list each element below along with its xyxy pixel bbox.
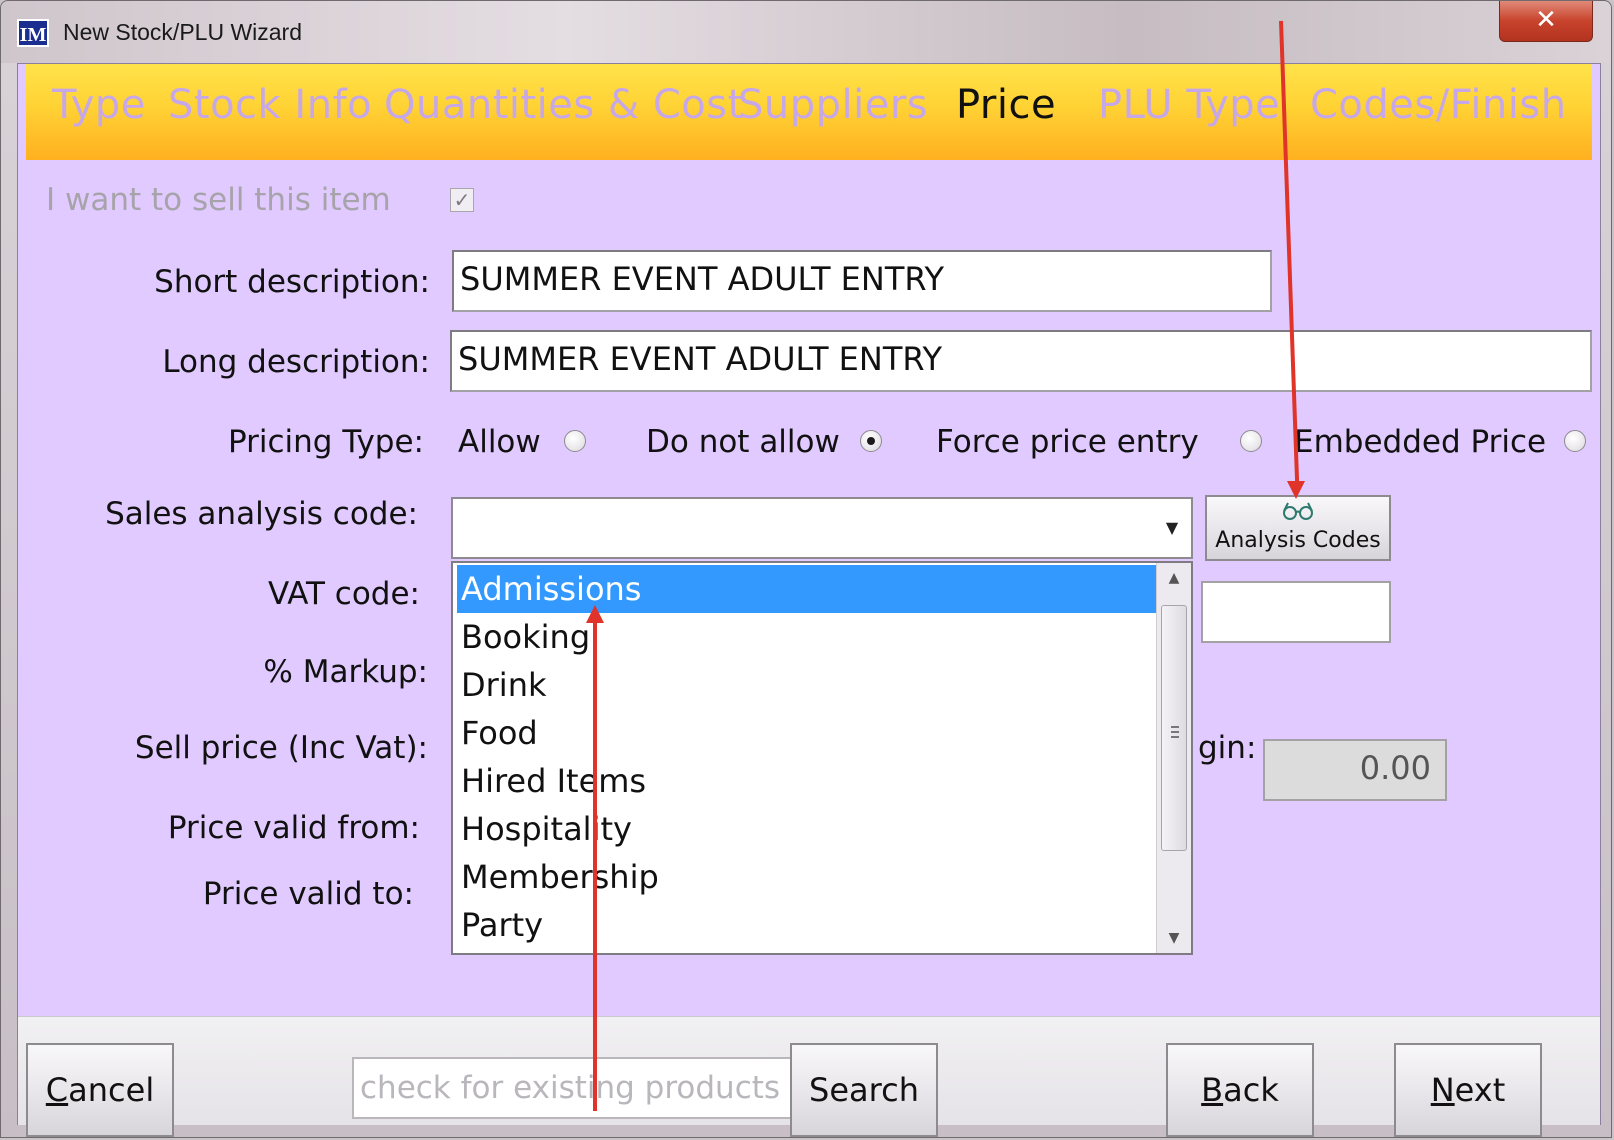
analysis-codes-button[interactable]: Analysis Codes	[1205, 495, 1391, 561]
sell-item-checkbox[interactable]: ✓	[450, 188, 474, 212]
step-quantities-cost: Quantities & Cost	[384, 82, 744, 128]
long-description-label: Long description:	[162, 344, 430, 380]
dropdown-option-hospitality[interactable]: Hospitality	[457, 805, 1157, 853]
pricing-type-label: Pricing Type:	[228, 424, 424, 460]
vat-rate-field[interactable]	[1201, 581, 1391, 643]
annotation-arrowhead-admissions	[586, 605, 604, 623]
short-description-label: Short description:	[154, 264, 430, 300]
cancel-label-rest: ancel	[68, 1071, 155, 1109]
markup-label: % Markup:	[263, 654, 428, 690]
wizard-footer: Cancel Search Back Next	[18, 1016, 1600, 1137]
glasses-icon	[1207, 499, 1389, 526]
price-valid-to-label: Price valid to:	[202, 876, 414, 912]
cancel-button[interactable]: Cancel	[26, 1043, 174, 1137]
analysis-codes-label: Analysis Codes	[1215, 528, 1381, 553]
pricing-embedded-label: Embedded Price	[1294, 424, 1547, 460]
sales-analysis-dropdown-list[interactable]: Admissions Booking Drink Food Hired Item…	[451, 561, 1193, 955]
short-description-input[interactable]: SUMMER EVENT ADULT ENTRY	[452, 250, 1272, 312]
dropdown-option-drink[interactable]: Drink	[457, 661, 1157, 709]
step-price: Price	[956, 82, 1057, 128]
vat-code-label: VAT code:	[267, 576, 420, 612]
dropdown-option-membership[interactable]: Membership	[457, 853, 1157, 901]
sales-analysis-combo[interactable]: ▼	[451, 497, 1193, 559]
next-label-rest: ext	[1454, 1071, 1506, 1109]
dropdown-option-booking[interactable]: Booking	[457, 613, 1157, 661]
step-type: Type	[52, 82, 146, 128]
back-button[interactable]: Back	[1166, 1043, 1314, 1137]
margin-label: gin:	[1198, 730, 1257, 766]
close-button[interactable]: ✕	[1499, 1, 1593, 42]
sell-price-label: Sell price (Inc Vat):	[134, 730, 428, 766]
wizard-window: IM New Stock/PLU Wizard ✕ Type Stock Inf…	[0, 0, 1612, 1138]
cancel-mnemonic: C	[45, 1071, 69, 1109]
dropdown-scrollbar[interactable]: ▲ ▼	[1156, 563, 1191, 953]
pricing-allow-radio[interactable]	[564, 430, 586, 452]
annotation-arrow-to-admissions	[593, 621, 597, 1111]
scroll-down-icon[interactable]: ▼	[1157, 923, 1191, 953]
window-title: New Stock/PLU Wizard	[63, 19, 303, 45]
dropdown-option-hired-items[interactable]: Hired Items	[457, 757, 1157, 805]
sales-analysis-label: Sales analysis code:	[105, 496, 418, 532]
chevron-down-icon[interactable]: ▼	[1157, 507, 1187, 549]
annotation-arrowhead-analysis	[1287, 481, 1305, 499]
pricing-do-not-allow-label: Do not allow	[646, 424, 840, 460]
dropdown-option-food[interactable]: Food	[457, 709, 1157, 757]
next-button[interactable]: Next	[1394, 1043, 1542, 1137]
pricing-embedded-radio[interactable]	[1564, 430, 1586, 452]
search-existing-input[interactable]	[352, 1057, 808, 1119]
pricing-allow-label: Allow	[458, 424, 541, 460]
dropdown-option-party[interactable]: Party	[457, 901, 1157, 949]
wizard-steps-bar: Type Stock Info Quantities & Cost Suppli…	[26, 64, 1592, 160]
title-bar[interactable]: IM New Stock/PLU Wizard ✕	[1, 1, 1611, 63]
price-valid-from-label: Price valid from:	[167, 810, 420, 846]
grip-icon	[1171, 726, 1179, 728]
search-button[interactable]: Search	[790, 1043, 938, 1137]
step-suppliers: Suppliers	[738, 82, 929, 128]
dropdown-option-admissions[interactable]: Admissions	[457, 565, 1157, 613]
back-label-rest: ack	[1223, 1071, 1279, 1109]
scrollbar-thumb[interactable]	[1161, 605, 1187, 851]
sell-item-label: I want to sell this item	[46, 182, 391, 218]
scroll-up-icon[interactable]: ▲	[1157, 563, 1191, 593]
app-icon: IM	[17, 19, 49, 47]
pricing-force-entry-label: Force price entry	[936, 424, 1199, 460]
pricing-do-not-allow-radio[interactable]	[860, 430, 882, 452]
back-mnemonic: B	[1201, 1071, 1224, 1109]
step-plu-type: PLU Type	[1098, 82, 1281, 128]
step-stock-info: Stock Info	[168, 82, 373, 128]
margin-field: 0.00	[1263, 739, 1447, 801]
step-codes-finish: Codes/Finish	[1310, 82, 1567, 128]
long-description-input[interactable]: SUMMER EVENT ADULT ENTRY	[450, 330, 1592, 392]
next-mnemonic: N	[1430, 1071, 1455, 1109]
pricing-force-entry-radio[interactable]	[1240, 430, 1262, 452]
